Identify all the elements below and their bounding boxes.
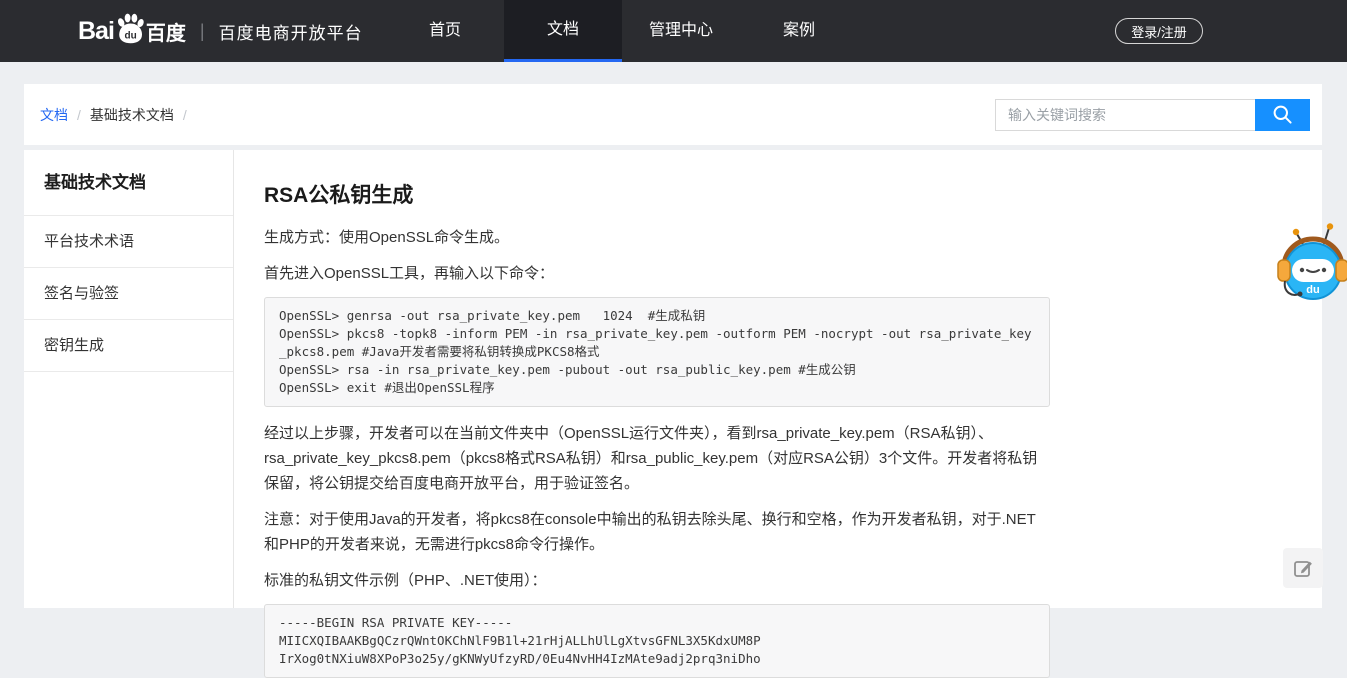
paragraph-steps-result: 经过以上步骤，开发者可以在当前文件夹中（OpenSSL运行文件夹），看到rsa_… [264, 421, 1050, 496]
breadcrumb-link-docs[interactable]: 文档 [40, 105, 68, 125]
breadcrumb-separator: / [77, 107, 81, 123]
nav-item-home[interactable]: 首页 [386, 0, 504, 62]
sidebar-item-key-generation[interactable]: 密钥生成 [24, 320, 233, 372]
sidebar: 基础技术文档 平台技术术语 签名与验签 密钥生成 [24, 150, 234, 608]
search-input[interactable] [995, 99, 1255, 131]
breadcrumb: 文档 / 基础技术文档 / [40, 105, 187, 125]
nav-item-management-center[interactable]: 管理中心 [622, 0, 740, 62]
breadcrumb-bar: 文档 / 基础技术文档 / [24, 84, 1322, 145]
code-block-openssl-commands: OpenSSL> genrsa -out rsa_private_key.pem… [264, 297, 1050, 407]
nav-item-docs[interactable]: 文档 [504, 0, 622, 62]
paragraph-key-file-example-label: 标准的私钥文件示例（PHP、.NET使用）： [264, 568, 1050, 593]
mascot-ear-right [1336, 260, 1347, 281]
breadcrumb-item-basic-tech-docs[interactable]: 基础技术文档 [90, 105, 174, 125]
paragraph-generation-method: 生成方式：使用OpenSSL命令生成。 [264, 225, 1050, 250]
logo-divider: | [200, 21, 205, 42]
search-box [995, 99, 1310, 131]
nav-item-cases[interactable]: 案例 [740, 0, 858, 62]
search-button[interactable] [1255, 99, 1310, 131]
article: RSA公私钥生成 生成方式：使用OpenSSL命令生成。 首先进入OpenSSL… [234, 150, 1050, 608]
paragraph-openssl-intro: 首先进入OpenSSL工具，再输入以下命令： [264, 261, 1050, 286]
platform-title: 百度电商开放平台 [219, 19, 363, 44]
top-navbar: Bai du 百度 | 百度电商开放平台 首页 文档 管理中心 案例 登录/注册 [0, 0, 1347, 62]
mascot-face [1292, 259, 1334, 282]
sidebar-header-basic-tech-docs: 基础技术文档 [24, 150, 233, 216]
mascot-antenna-right [1327, 223, 1333, 229]
sidebar-item-platform-terms[interactable]: 平台技术术语 [24, 216, 233, 268]
search-icon [1271, 103, 1294, 126]
edit-icon [1292, 557, 1314, 579]
logo-text-baidu-cn: 百度 [146, 17, 186, 46]
mascot-ear-left [1278, 260, 1290, 281]
mascot-du-label: du [1306, 284, 1319, 296]
logo-paw-du-text: du [124, 30, 136, 41]
code-block-private-key-example: -----BEGIN RSA PRIVATE KEY----- MIICXQIB… [264, 604, 1050, 678]
breadcrumb-separator: / [183, 107, 187, 123]
customer-service-mascot[interactable]: du [1277, 222, 1347, 302]
logo-text-bai: Bai [78, 17, 114, 46]
page-title: RSA公私钥生成 [264, 179, 1050, 209]
baidu-logo[interactable]: Bai du 百度 | 百度电商开放平台 [78, 0, 363, 62]
sidebar-item-sign-and-verify[interactable]: 签名与验签 [24, 268, 233, 320]
paragraph-java-note: 注意：对于使用Java的开发者，将pkcs8在console中输出的私钥去除头尾… [264, 507, 1050, 557]
baidu-paw-icon: du [115, 13, 145, 45]
feedback-edit-button[interactable] [1283, 548, 1323, 588]
mascot-antenna-left [1293, 229, 1299, 235]
content-card: 基础技术文档 平台技术术语 签名与验签 密钥生成 RSA公私钥生成 生成方式：使… [24, 150, 1322, 608]
login-register-button[interactable]: 登录/注册 [1115, 18, 1203, 44]
main-nav: 首页 文档 管理中心 案例 [386, 0, 858, 62]
